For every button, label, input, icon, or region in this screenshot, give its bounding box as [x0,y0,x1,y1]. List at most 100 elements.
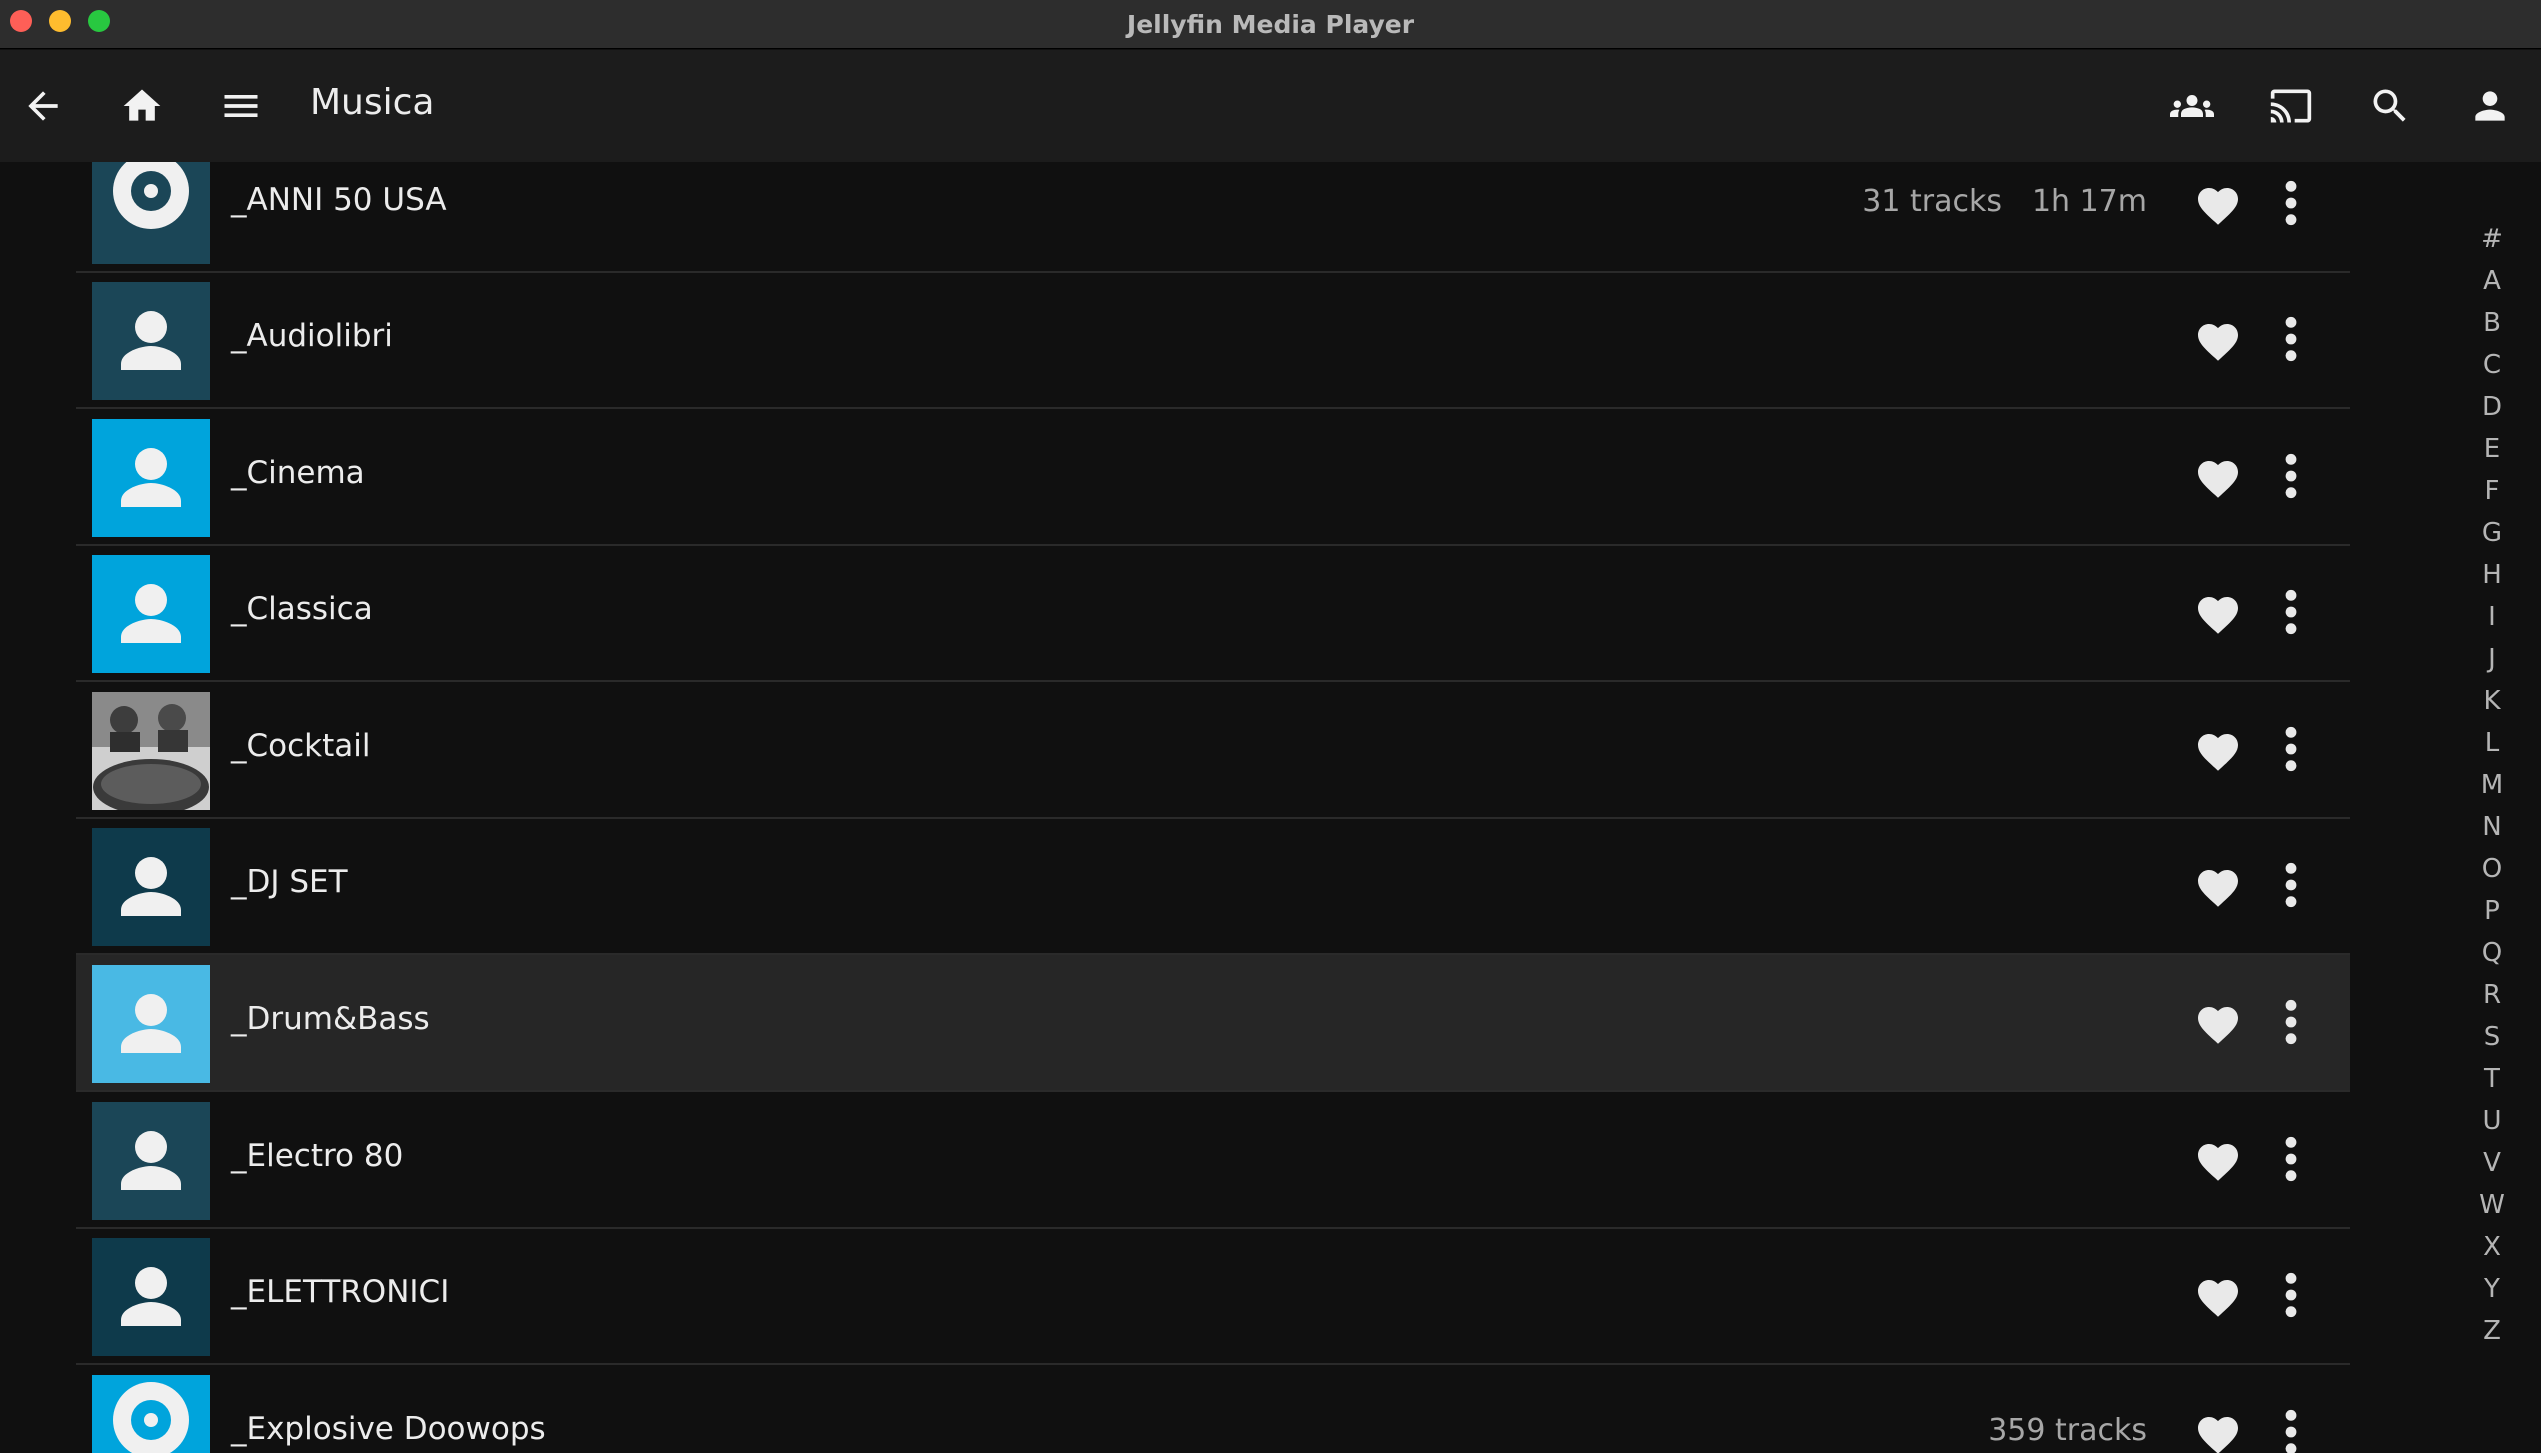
heart-icon [2198,1280,2238,1317]
more-options-button[interactable] [2281,1134,2301,1184]
favorite-button[interactable] [2194,1138,2242,1182]
alphabet-letter[interactable]: E [2472,428,2512,470]
more-options-button[interactable] [2281,997,2301,1047]
artist-name[interactable]: _ELETTRONICI [231,1274,449,1310]
list-item[interactable]: _ELETTRONICI [76,1228,2350,1365]
artist-thumbnail[interactable] [92,162,210,264]
more-vertical-icon [2285,316,2297,362]
arrow-left-icon [28,91,58,121]
favorite-button[interactable] [2194,1001,2242,1045]
more-vertical-icon [2285,589,2297,635]
alphabet-letter[interactable]: I [2472,596,2512,638]
cast-button[interactable] [2264,79,2318,133]
artist-name[interactable]: _Cinema [231,455,365,491]
list-item[interactable]: _Cinema [76,409,2350,546]
favorite-button[interactable] [2194,455,2242,499]
alphabet-letter[interactable]: P [2472,890,2512,932]
list-item[interactable]: _ANNI 50 USA 31 tracks 1h 17m [76,162,2350,273]
favorite-button[interactable] [2194,864,2242,908]
artist-thumbnail[interactable] [92,1375,210,1453]
maximize-window-button[interactable] [88,10,110,32]
artist-thumbnail[interactable] [92,965,210,1083]
alphabet-letter[interactable]: A [2472,260,2512,302]
duration: 1h 17m [2031,184,2147,219]
favorite-button[interactable] [2194,318,2242,362]
favorite-button[interactable] [2194,728,2242,772]
alphabet-letter[interactable]: H [2472,554,2512,596]
more-options-button[interactable] [2281,724,2301,774]
list-item[interactable]: _Explosive Doowops 359 tracks [76,1365,2350,1453]
syncplay-button[interactable] [2165,79,2219,133]
alphabet-letter[interactable]: X [2472,1226,2512,1268]
user-menu-button[interactable] [2463,79,2517,133]
artist-name[interactable]: _Drum&Bass [231,1001,430,1037]
alphabet-letter[interactable]: S [2472,1016,2512,1058]
favorite-button[interactable] [2194,182,2242,226]
more-vertical-icon [2285,999,2297,1045]
person-icon [121,1267,181,1326]
more-options-button[interactable] [2281,1407,2301,1453]
alphabet-letter[interactable]: L [2472,722,2512,764]
more-options-button[interactable] [2281,178,2301,228]
favorite-button[interactable] [2194,1274,2242,1318]
more-vertical-icon [2285,1272,2297,1318]
artist-name[interactable]: _DJ SET [231,864,348,900]
alphabet-letter[interactable]: T [2472,1058,2512,1100]
list-item[interactable]: _DJ SET [76,818,2350,955]
alphabet-letter[interactable]: W [2472,1184,2512,1226]
alphabet-letter[interactable]: C [2472,344,2512,386]
alphabet-letter[interactable]: N [2472,806,2512,848]
alphabet-letter[interactable]: B [2472,302,2512,344]
search-button[interactable] [2363,79,2417,133]
list-item[interactable]: _Audiolibri [76,272,2350,409]
more-options-button[interactable] [2281,451,2301,501]
list-item[interactable]: _Cocktail [76,682,2350,819]
close-window-button[interactable] [10,10,32,32]
artist-list: _ANNI 50 USA 31 tracks 1h 17m _Audiolibri _C… [76,162,2350,1453]
artist-name[interactable]: _ANNI 50 USA [231,182,447,218]
more-options-button[interactable] [2281,314,2301,364]
artist-thumbnail[interactable] [92,419,210,537]
more-vertical-icon [2285,1136,2297,1182]
alphabet-letter[interactable]: U [2472,1100,2512,1142]
alphabet-letter[interactable]: D [2472,386,2512,428]
more-options-button[interactable] [2281,1270,2301,1320]
artist-name[interactable]: _Classica [231,591,373,627]
back-button[interactable] [16,79,70,133]
alphabet-letter[interactable]: Z [2472,1310,2512,1352]
minimize-window-button[interactable] [49,10,71,32]
alphabet-letter[interactable]: G [2472,512,2512,554]
person-icon [121,857,181,916]
alphabet-letter[interactable]: K [2472,680,2512,722]
artist-name[interactable]: _Electro 80 [231,1138,403,1174]
alphabet-letter[interactable]: O [2472,848,2512,890]
list-item[interactable]: _Electro 80 [76,1092,2350,1229]
artist-thumbnail[interactable] [92,555,210,673]
list-item[interactable]: _Classica [76,545,2350,682]
alphabet-letter[interactable]: R [2472,974,2512,1016]
favorite-button[interactable] [2194,1411,2242,1453]
alphabet-letter[interactable]: Y [2472,1268,2512,1310]
favorite-button[interactable] [2194,591,2242,635]
artist-name[interactable]: _Explosive Doowops [231,1411,546,1447]
alphabet-letter[interactable]: F [2472,470,2512,512]
artist-thumbnail[interactable] [92,282,210,400]
artist-name[interactable]: _Cocktail [231,728,371,764]
list-item[interactable]: _Drum&Bass [76,955,2350,1092]
menu-button[interactable] [214,79,268,133]
artist-thumbnail[interactable] [92,828,210,946]
heart-icon [2198,734,2238,771]
more-options-button[interactable] [2281,860,2301,910]
alphabet-letter[interactable]: Q [2472,932,2512,974]
home-button[interactable] [115,79,169,133]
alphabet-letter[interactable]: V [2472,1142,2512,1184]
alphabet-letter[interactable]: # [2472,218,2512,260]
item-meta: 31 tracks 1h 17m [1862,184,2147,219]
artist-thumbnail[interactable] [92,692,210,810]
artist-thumbnail[interactable] [92,1238,210,1356]
alphabet-letter[interactable]: J [2472,638,2512,680]
more-options-button[interactable] [2281,587,2301,637]
alphabet-letter[interactable]: M [2472,764,2512,806]
artist-thumbnail[interactable] [92,1102,210,1220]
artist-name[interactable]: _Audiolibri [231,318,393,354]
